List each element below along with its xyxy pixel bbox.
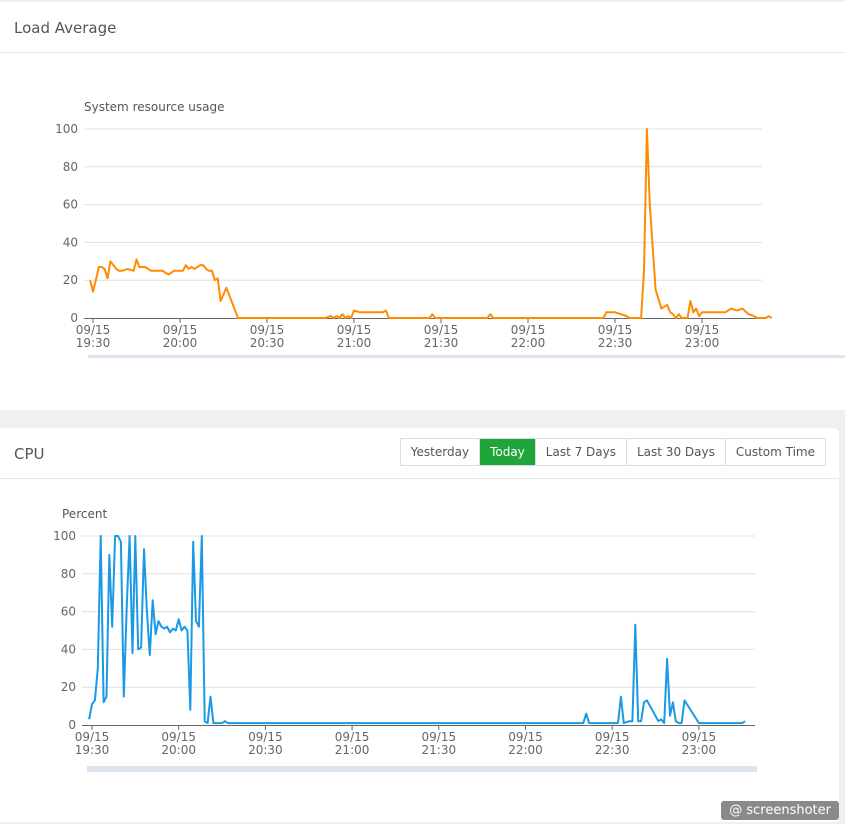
x-tick-time: 23:00: [685, 336, 720, 350]
x-tick-time: 22:30: [595, 743, 630, 757]
x-tick-time: 22:00: [508, 743, 543, 757]
y-tick-label: 60: [61, 605, 76, 619]
x-tick-date: 09/15: [685, 323, 720, 337]
x-tick-time: 21:30: [422, 743, 457, 757]
x-tick-time: 20:30: [248, 743, 283, 757]
x-tick-date: 09/15: [248, 730, 283, 744]
x-tick-date: 09/15: [598, 323, 633, 337]
cpu-panel: CPU Yesterday Today Last 7 Days Last 30 …: [0, 428, 839, 822]
x-tick-time: 20:00: [161, 743, 196, 757]
series-line: [89, 128, 773, 319]
x-tick-date: 09/15: [511, 323, 546, 337]
x-tick-date: 09/15: [163, 323, 198, 337]
y-axis-title: System resource usage: [84, 100, 225, 114]
x-tick-time: 19:30: [75, 743, 110, 757]
x-tick-date: 09/15: [76, 323, 111, 337]
x-tick-time: 22:00: [511, 336, 546, 350]
y-tick-label: 40: [63, 235, 78, 249]
x-tick-date: 09/15: [161, 730, 196, 744]
y-tick-label: 20: [63, 273, 78, 287]
x-tick-date: 09/15: [595, 730, 630, 744]
y-tick-label: 100: [53, 529, 76, 543]
zoom-slider-track[interactable]: [88, 355, 845, 358]
x-tick-date: 09/15: [335, 730, 370, 744]
y-tick-label: 100: [55, 122, 78, 136]
y-tick-label: 80: [63, 160, 78, 174]
x-tick-date: 09/15: [75, 730, 110, 744]
series-line: [88, 535, 746, 725]
y-tick-label: 60: [63, 198, 78, 212]
zoom-slider-track[interactable]: [87, 766, 757, 772]
cpu-chart: Percent02040608010009/1519:3009/1520:000…: [53, 507, 757, 772]
x-tick-date: 09/15: [682, 730, 717, 744]
x-tick-date: 09/15: [508, 730, 543, 744]
y-tick-label: 80: [61, 567, 76, 581]
x-tick-time: 23:00: [682, 743, 717, 757]
x-tick-date: 09/15: [422, 730, 457, 744]
y-tick-label: 40: [61, 642, 76, 656]
screenshoter-watermark: @ screenshoter: [721, 801, 839, 820]
x-tick-time: 21:00: [335, 743, 370, 757]
x-tick-time: 20:00: [163, 336, 198, 350]
x-tick-time: 21:00: [337, 336, 372, 350]
x-tick-time: 22:30: [598, 336, 633, 350]
load-average-panel: Load Average System resource usage 0 20 40 6…: [0, 2, 845, 410]
load-average-chart: System resource usage02040608010009/1519…: [55, 100, 845, 358]
x-tick-date: 09/15: [424, 323, 459, 337]
x-tick-time: 20:30: [250, 336, 285, 350]
y-tick-label: 20: [61, 680, 76, 694]
x-tick-date: 09/15: [337, 323, 372, 337]
y-axis-title: Percent: [62, 507, 107, 521]
x-tick-time: 19:30: [76, 336, 111, 350]
x-tick-time: 21:30: [424, 336, 459, 350]
x-tick-date: 09/15: [250, 323, 285, 337]
